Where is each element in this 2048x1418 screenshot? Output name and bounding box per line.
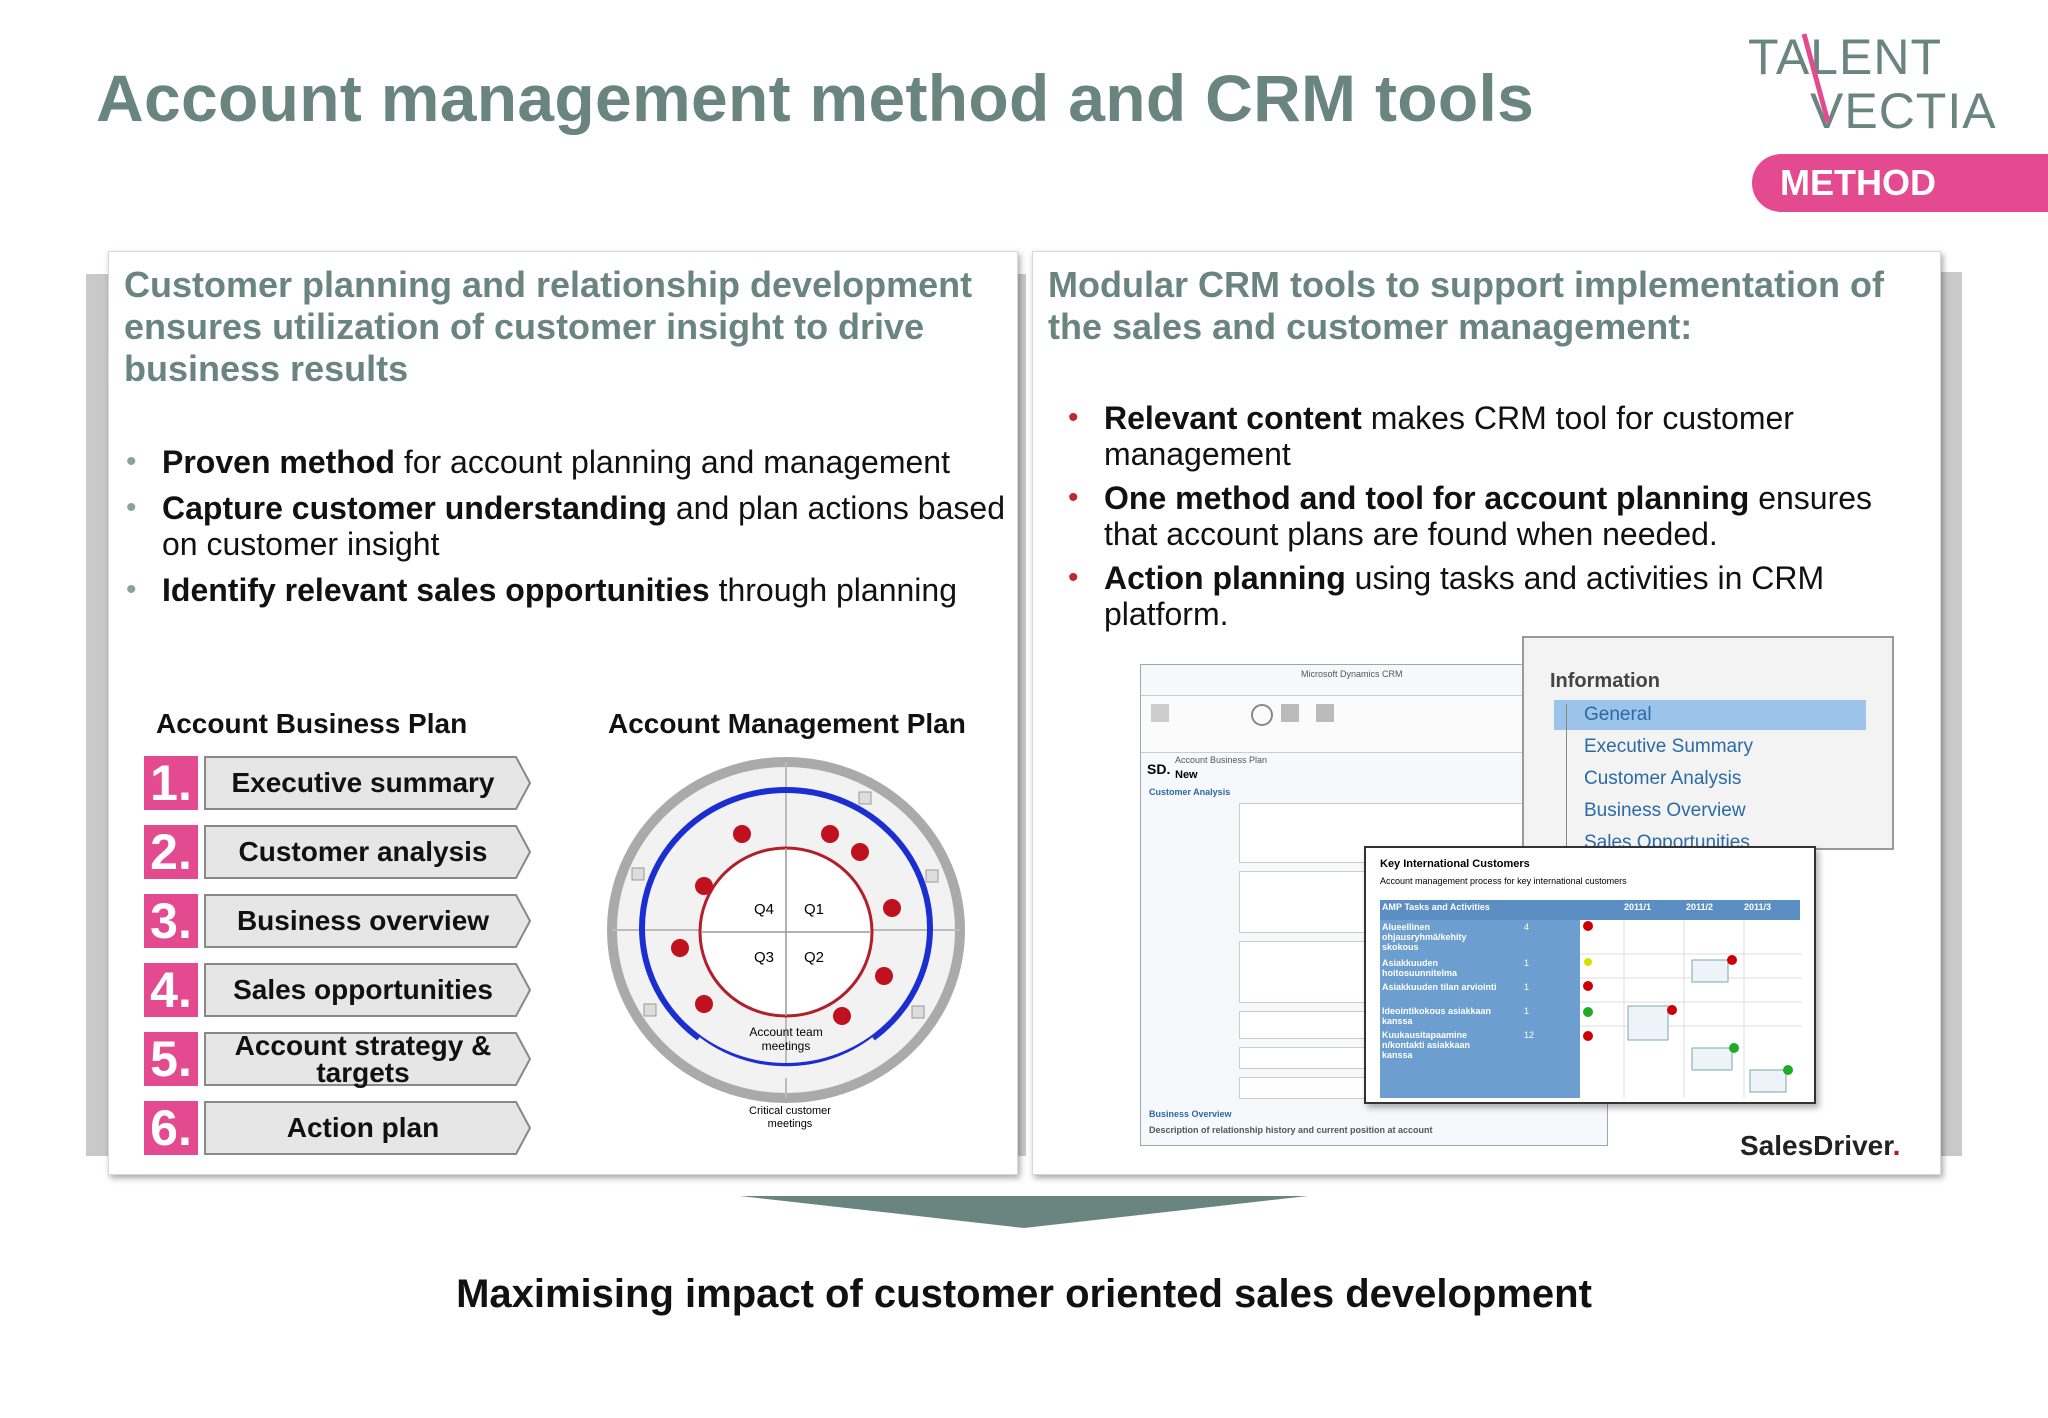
left-bullet: • Capture customer understanding and plan…	[126, 490, 1005, 562]
quadrant-label: Q2	[804, 949, 824, 966]
crm-information-panel: Information General Executive Summary Cu…	[1522, 636, 1894, 850]
inner-ring-label: Account team	[749, 1025, 822, 1039]
right-bullet-list: • Relevant content makes CRM tool for cus…	[1068, 400, 1924, 640]
step-number: 5.	[144, 1032, 198, 1086]
crm-app-title: Microsoft Dynamics CRM	[1301, 669, 1403, 679]
crm-record-name: New	[1175, 769, 1198, 781]
svg-text:meetings: meetings	[762, 1039, 811, 1053]
right-bullet: • Action planning using tasks and activit…	[1068, 560, 1825, 632]
info-item-executive-summary[interactable]: Executive Summary	[1584, 736, 1753, 758]
info-item-sales-opportunities[interactable]: Sales Opportunities	[1584, 832, 1750, 846]
step-label: Executive summary	[231, 767, 495, 798]
key-customers-screenshot: Key International Customers Account mana…	[1364, 846, 1816, 1104]
step-label: Account strategy & targets	[234, 1030, 492, 1088]
right-panel-heading: Modular CRM tools to support implementat…	[1048, 264, 1884, 347]
logo-line2: VECTIA	[1810, 83, 1997, 138]
footer-statement: Maximising impact of customer oriented s…	[456, 1272, 1592, 1316]
quadrant-label: Q1	[804, 901, 824, 918]
left-bullet: • Identify relevant sales opportunities t…	[126, 572, 957, 608]
info-item-customer-analysis[interactable]: Customer Analysis	[1584, 768, 1741, 790]
left-panel-heading: Customer planning and relationship devel…	[124, 264, 973, 389]
step-number: 6.	[144, 1101, 198, 1155]
info-item-business-overview[interactable]: Business Overview	[1584, 800, 1746, 822]
account-management-cycle-diagram: Q4 Q1 Q3 Q2 Account team meetings Critic…	[607, 757, 965, 1130]
down-arrow-icon	[740, 1196, 1308, 1228]
step-label: Sales opportunities	[233, 974, 493, 1005]
svg-text:meetings: meetings	[768, 1118, 813, 1130]
step-number: 2.	[144, 825, 198, 879]
step-label: Action plan	[286, 1112, 440, 1143]
crm-record-type: Account Business Plan	[1175, 755, 1268, 765]
info-panel-title: Information	[1550, 670, 1660, 692]
account-business-plan-title: Account Business Plan	[156, 708, 468, 739]
step-number: 1.	[144, 756, 198, 810]
salesdriver-logo: SalesDriver.	[1740, 1130, 1901, 1161]
right-bullet: • One method and tool for account plannin…	[1068, 480, 1873, 552]
page-title: Account management method and CRM tools	[96, 61, 1535, 135]
step-label: Customer analysis	[238, 836, 488, 867]
step-number: 4.	[144, 963, 198, 1017]
method-badge: METHOD	[1752, 154, 2048, 212]
logo-line1: TALENT	[1748, 29, 1942, 85]
outer-ring-label: Critical customer	[749, 1105, 831, 1117]
account-management-plan-title: Account Management Plan	[608, 708, 966, 739]
left-bullet-list: • Proven method for account planning and …	[126, 444, 1012, 618]
quadrant-label: Q4	[754, 901, 774, 918]
crm-footer-text: Description of relationship history and …	[1149, 1125, 1433, 1135]
key-customers-title: Key International Customers	[1380, 858, 1530, 870]
left-bullet: • Proven method for account planning and …	[126, 444, 950, 480]
talentvectia-logo: TALENT VECTIA	[1748, 29, 1997, 138]
right-bullet: • Relevant content makes CRM tool for cus…	[1068, 400, 1794, 472]
key-customers-subtitle: Account management process for key inter…	[1380, 876, 1627, 886]
info-item-general[interactable]: General	[1584, 704, 1652, 726]
step-number: 3.	[144, 894, 198, 948]
quadrant-label: Q3	[754, 949, 774, 966]
step-label: Business overview	[236, 905, 490, 936]
crm-section-business-overview: Business Overview	[1149, 1109, 1232, 1119]
